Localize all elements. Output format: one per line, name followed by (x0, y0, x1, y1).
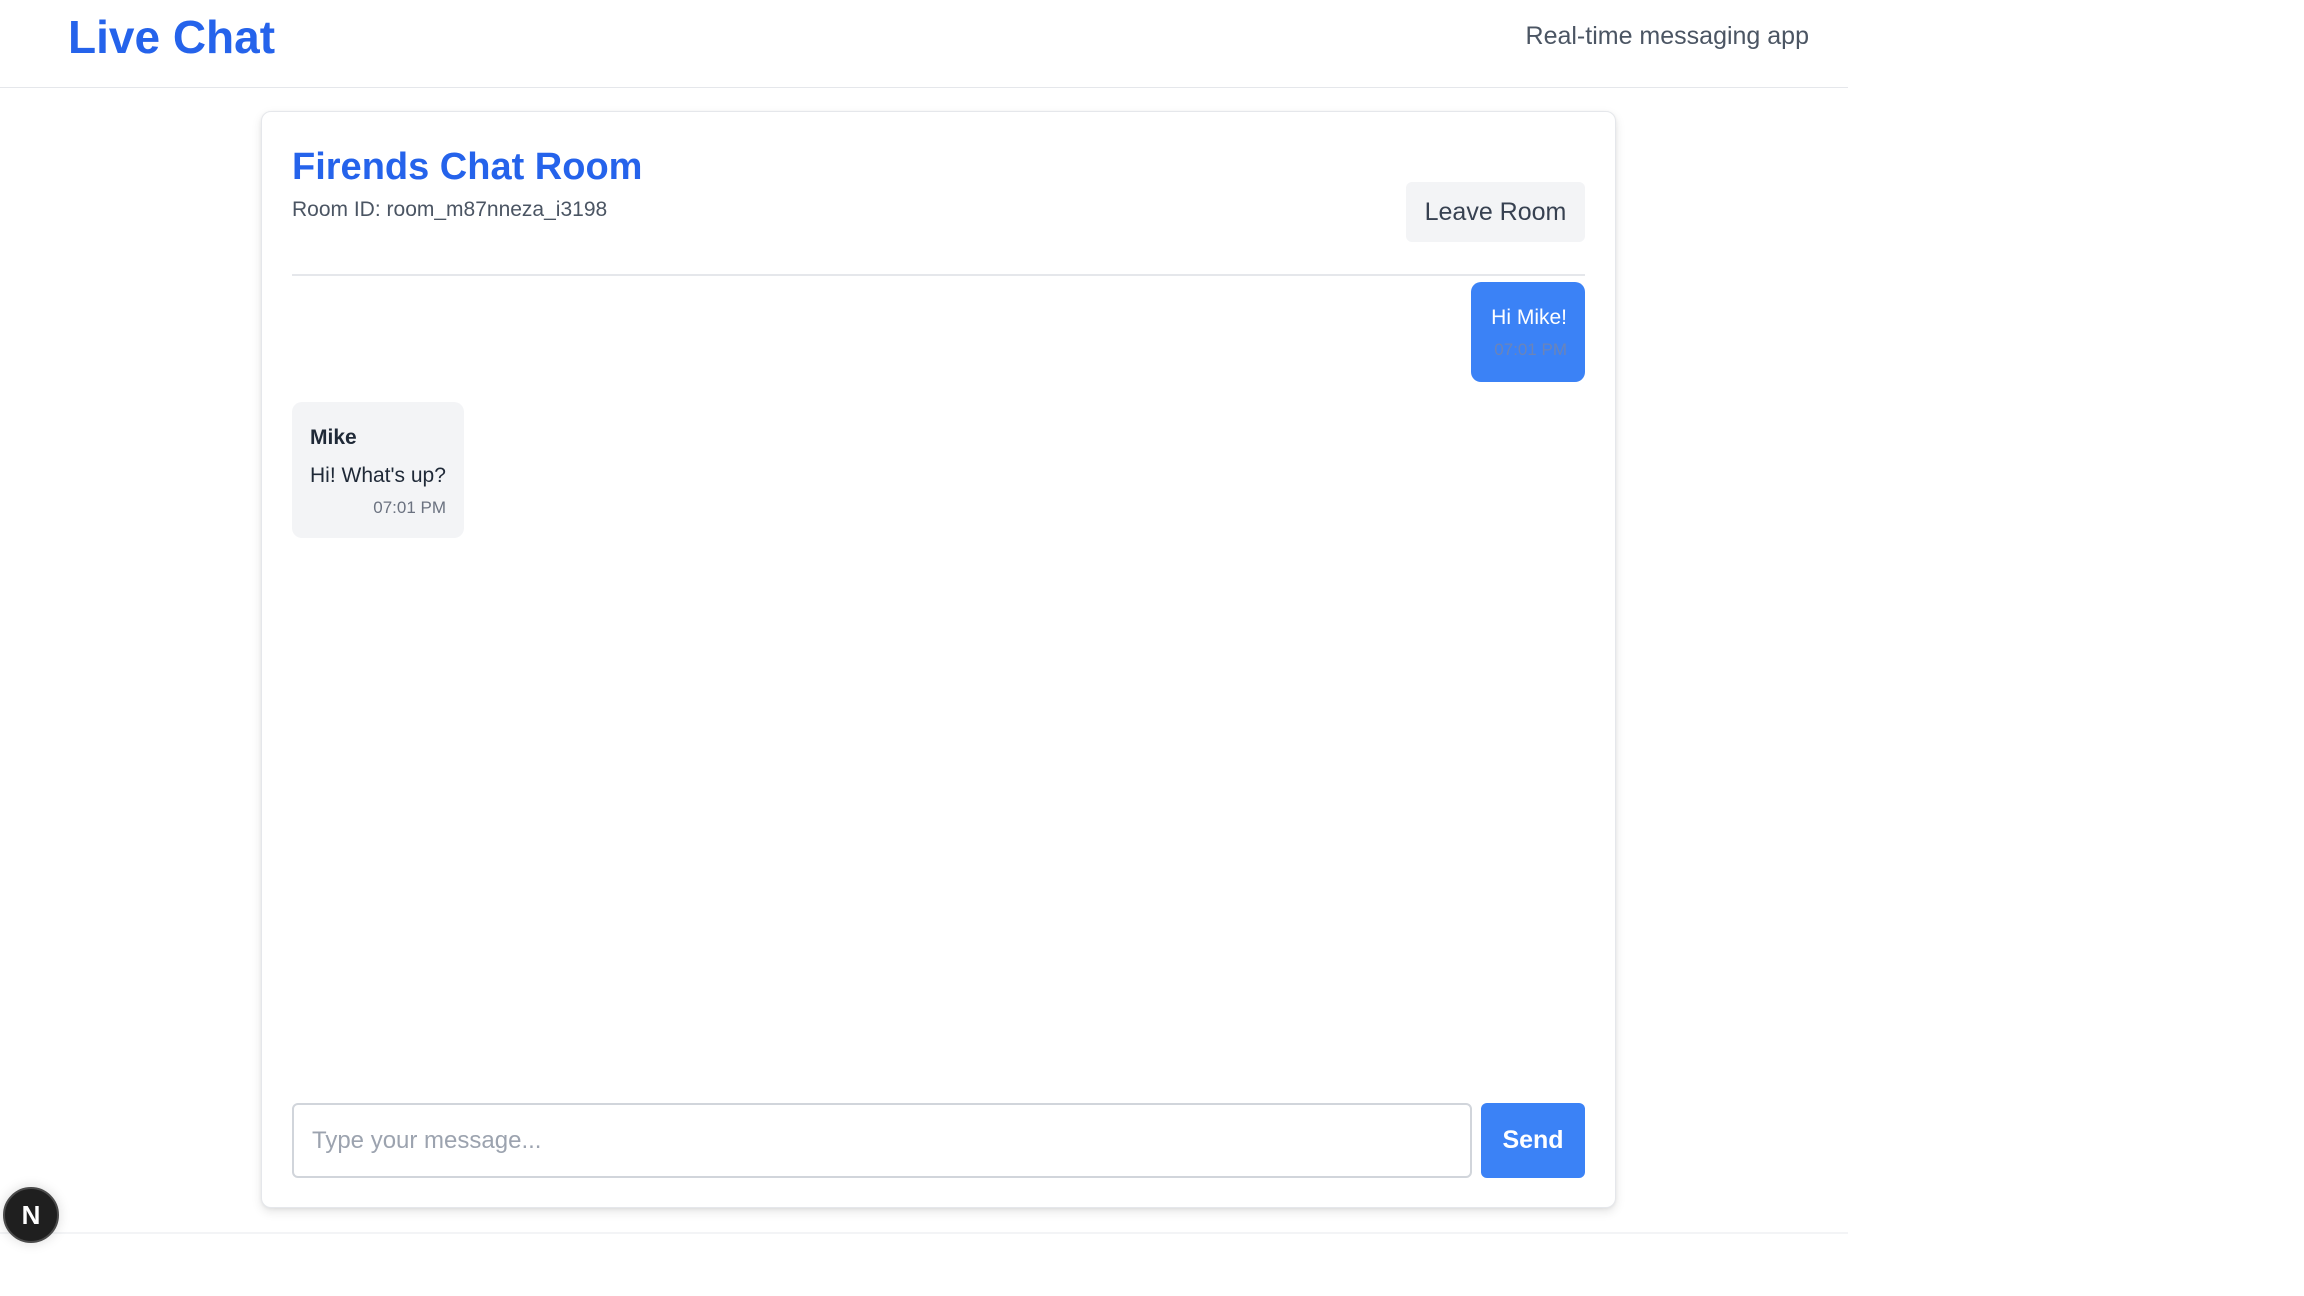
message-text: Hi! What's up? (310, 464, 446, 487)
message-input[interactable] (292, 1103, 1472, 1178)
message-sender: Mike (310, 426, 357, 449)
send-button[interactable]: Send (1481, 1103, 1585, 1178)
brand-title[interactable]: Live Chat (68, 8, 275, 66)
chat-room-card: Firends Chat Room Room ID: room_m87nneza… (261, 111, 1616, 1208)
top-header: Live Chat Real-time messaging app (0, 0, 1848, 88)
leave-room-button[interactable]: Leave Room (1406, 182, 1585, 242)
app-tagline: Real-time messaging app (1525, 22, 1809, 50)
room-id: Room ID: room_m87nneza_i3198 (292, 198, 608, 221)
nextjs-icon[interactable]: N (3, 1187, 59, 1243)
message-list[interactable]: Hi Mike! 07:01 PM Mike Hi! What's up? 07… (292, 270, 1585, 1170)
app-root: Live Chat Real-time messaging app Firend… (0, 0, 1848, 1260)
message-bubble-sent: Hi Mike! 07:01 PM (1471, 282, 1585, 382)
footer-divider (0, 1232, 1848, 1234)
room-title: Firends Chat Room (292, 146, 643, 188)
message-bubble-received: Mike Hi! What's up? 07:01 PM (292, 402, 464, 538)
room-header: Firends Chat Room Room ID: room_m87nneza… (292, 142, 1585, 276)
message-text: Hi Mike! (1491, 306, 1567, 329)
message-time: 07:01 PM (373, 498, 446, 517)
message-time: 07:01 PM (1494, 340, 1567, 359)
message-composer: Send (292, 1103, 1585, 1178)
